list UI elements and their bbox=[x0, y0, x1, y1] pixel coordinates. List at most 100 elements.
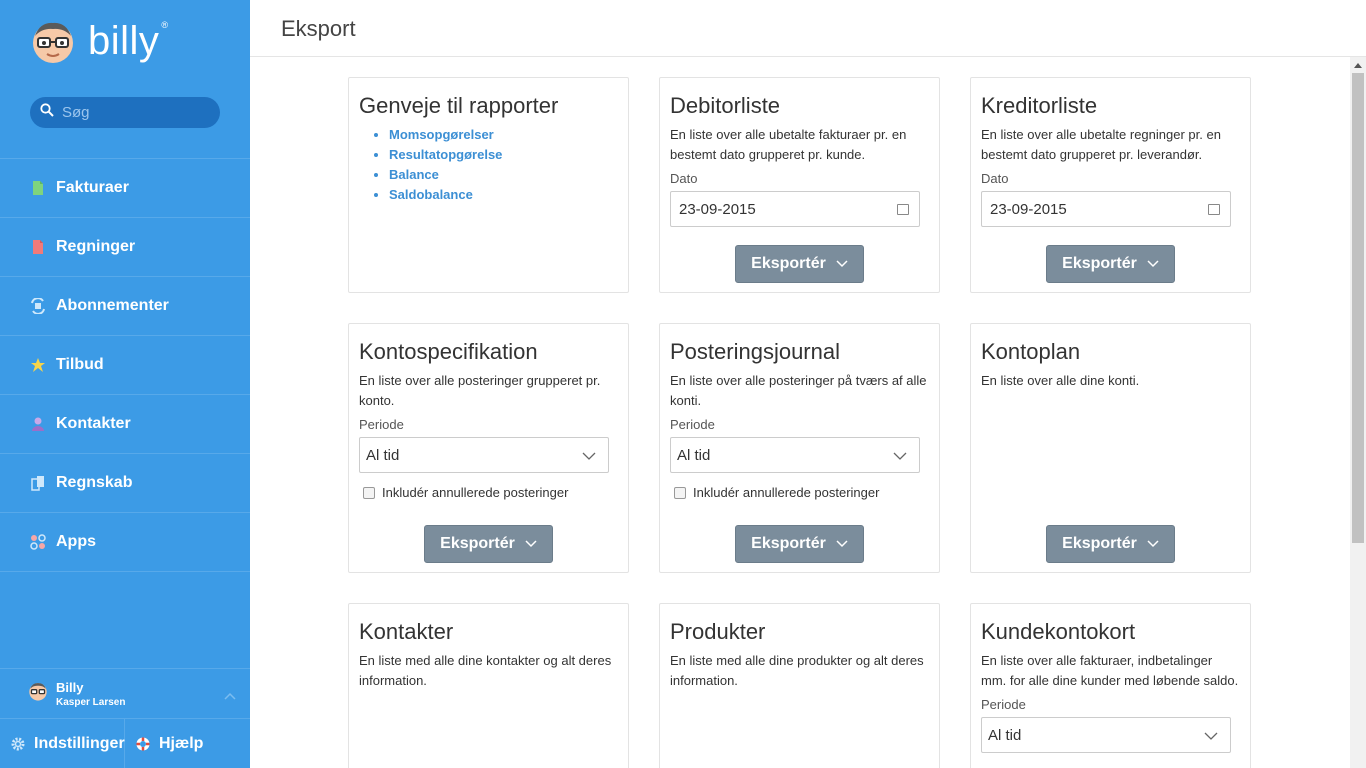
card-customer-account: Kundekontokort En liste over alle faktur… bbox=[970, 603, 1251, 768]
sidebar-item-regninger[interactable]: Regninger bbox=[0, 218, 250, 277]
chevron-down-icon bbox=[836, 255, 848, 273]
person-icon bbox=[30, 416, 46, 432]
sidebar-item-label: Abonnementer bbox=[56, 297, 169, 314]
link-balance[interactable]: Balance bbox=[389, 167, 439, 182]
scrollbar[interactable] bbox=[1350, 57, 1366, 768]
card-debtors: Debitorliste En liste over alle ubetalte… bbox=[659, 77, 940, 293]
scroll-up-arrow-icon[interactable] bbox=[1354, 63, 1362, 68]
sidebar-footer: Indstillinger Hjælp bbox=[0, 718, 250, 768]
calendar-icon[interactable] bbox=[1208, 204, 1220, 215]
card-title: Produkter bbox=[670, 619, 766, 644]
period-value: Al tid bbox=[366, 446, 400, 464]
gear-icon bbox=[10, 736, 26, 752]
card-title: Kontakter bbox=[359, 619, 454, 644]
card-description: En liste over alle fakturaer, indbetalin… bbox=[981, 653, 1239, 688]
period-select[interactable]: Al tid bbox=[359, 437, 609, 473]
export-button[interactable]: Eksportér bbox=[424, 525, 553, 563]
list-item[interactable]: Momsopgørelser bbox=[389, 125, 618, 145]
calendar-icon[interactable] bbox=[897, 204, 909, 215]
lifebuoy-icon bbox=[135, 736, 151, 752]
date-label: Dato bbox=[670, 171, 698, 186]
date-value: 23-09-2015 bbox=[990, 200, 1067, 218]
scroll-thumb[interactable] bbox=[1352, 73, 1364, 543]
card-shortcuts: Genveje til rapporter Momsopgørelser Res… bbox=[348, 77, 629, 293]
help-button[interactable]: Hjælp bbox=[125, 719, 203, 768]
card-description: En liste med alle dine kontakter og alt … bbox=[359, 653, 612, 688]
chevron-down-icon bbox=[525, 535, 537, 553]
chevron-down-icon bbox=[893, 448, 907, 465]
card-title: Debitorliste bbox=[670, 93, 781, 118]
include-cancelled-checkbox[interactable] bbox=[674, 486, 686, 499]
checkbox-label: Inkludér annullerede posteringer bbox=[382, 485, 569, 500]
page-title: Eksport bbox=[281, 16, 356, 41]
card-description: En liste med alle dine produkter og alt … bbox=[670, 653, 924, 688]
period-select[interactable]: Al tid bbox=[981, 717, 1231, 753]
settings-button[interactable]: Indstillinger bbox=[0, 719, 125, 768]
billy-face-icon bbox=[30, 18, 76, 64]
search-icon bbox=[40, 103, 54, 122]
period-label: Periode bbox=[981, 697, 1026, 712]
logo[interactable]: billy ® bbox=[30, 18, 169, 64]
period-select[interactable]: Al tid bbox=[670, 437, 920, 473]
list-item[interactable]: Balance bbox=[389, 165, 618, 185]
search-box[interactable] bbox=[30, 97, 220, 128]
report-links: Momsopgørelser Resultatopgørelse Balance… bbox=[389, 125, 618, 205]
date-value: 23-09-2015 bbox=[679, 200, 756, 218]
card-account-spec: Kontospecifikation En liste over alle po… bbox=[348, 323, 629, 573]
sidebar-item-tilbud[interactable]: Tilbud bbox=[0, 336, 250, 395]
card-title: Genveje til rapporter bbox=[359, 93, 559, 118]
chevron-down-icon bbox=[1147, 535, 1159, 553]
chevron-down-icon bbox=[1147, 255, 1159, 273]
chevron-down-icon bbox=[582, 448, 596, 465]
search-input[interactable] bbox=[62, 104, 202, 121]
link-momsopgorelser[interactable]: Momsopgørelser bbox=[389, 127, 494, 142]
date-field[interactable]: 23-09-2015 bbox=[670, 191, 920, 227]
subscription-icon bbox=[30, 297, 46, 315]
sidebar-item-abonnementer[interactable]: Abonnementer bbox=[0, 277, 250, 336]
sidebar-item-kontakter[interactable]: Kontakter bbox=[0, 395, 250, 454]
card-contacts: Kontakter En liste med alle dine kontakt… bbox=[348, 603, 629, 768]
export-button[interactable]: Eksportér bbox=[735, 245, 864, 283]
export-button[interactable]: Eksportér bbox=[1046, 525, 1175, 563]
chevron-up-icon[interactable] bbox=[224, 689, 236, 703]
list-item[interactable]: Resultatopgørelse bbox=[389, 145, 618, 165]
page-header: Eksport bbox=[250, 0, 1366, 57]
user-menu[interactable]: Billy Kasper Larsen bbox=[0, 668, 250, 718]
include-cancelled-row[interactable]: Inkludér annullerede posteringer bbox=[670, 485, 929, 500]
list-item[interactable]: Saldobalance bbox=[389, 185, 618, 205]
export-button[interactable]: Eksportér bbox=[735, 525, 864, 563]
sidebar-item-apps[interactable]: Apps bbox=[0, 513, 250, 572]
export-content: Genveje til rapporter Momsopgørelser Res… bbox=[250, 57, 1350, 768]
date-field[interactable]: 23-09-2015 bbox=[981, 191, 1231, 227]
invoice-icon bbox=[30, 180, 46, 196]
export-label: Eksportér bbox=[440, 535, 515, 552]
logo-text: billy ® bbox=[88, 19, 169, 63]
books-icon bbox=[30, 475, 46, 491]
bill-icon bbox=[30, 239, 46, 255]
help-label: Hjælp bbox=[159, 735, 204, 752]
card-creditors: Kreditorliste En liste over alle ubetalt… bbox=[970, 77, 1251, 293]
date-label: Dato bbox=[981, 171, 1009, 186]
card-title: Kundekontokort bbox=[981, 619, 1136, 644]
card-chart-of-accounts: Kontoplan En liste over alle dine konti.… bbox=[970, 323, 1251, 573]
card-products: Produkter En liste med alle dine produkt… bbox=[659, 603, 940, 768]
sidebar-item-label: Fakturaer bbox=[56, 179, 129, 196]
include-cancelled-checkbox[interactable] bbox=[363, 486, 375, 499]
link-saldobalance[interactable]: Saldobalance bbox=[389, 187, 473, 202]
sidebar-item-label: Tilbud bbox=[56, 356, 104, 373]
card-description: En liste over alle posteringer grupperet… bbox=[359, 373, 601, 408]
sidebar-item-label: Apps bbox=[56, 533, 96, 550]
export-label: Eksportér bbox=[751, 535, 826, 552]
user-names: Billy Kasper Larsen bbox=[56, 680, 125, 708]
export-button[interactable]: Eksportér bbox=[1046, 245, 1175, 283]
avatar bbox=[28, 681, 48, 706]
export-label: Eksportér bbox=[1062, 535, 1137, 552]
card-description: En liste over alle dine konti. bbox=[981, 373, 1140, 388]
period-label: Periode bbox=[359, 417, 404, 432]
card-title: Kontoplan bbox=[981, 339, 1081, 364]
organization-name: Billy bbox=[56, 679, 84, 695]
sidebar-item-regnskab[interactable]: Regnskab bbox=[0, 454, 250, 513]
include-cancelled-row[interactable]: Inkludér annullerede posteringer bbox=[359, 485, 618, 500]
link-resultatopgorelse[interactable]: Resultatopgørelse bbox=[389, 147, 502, 162]
sidebar-item-fakturaer[interactable]: Fakturaer bbox=[0, 159, 250, 218]
